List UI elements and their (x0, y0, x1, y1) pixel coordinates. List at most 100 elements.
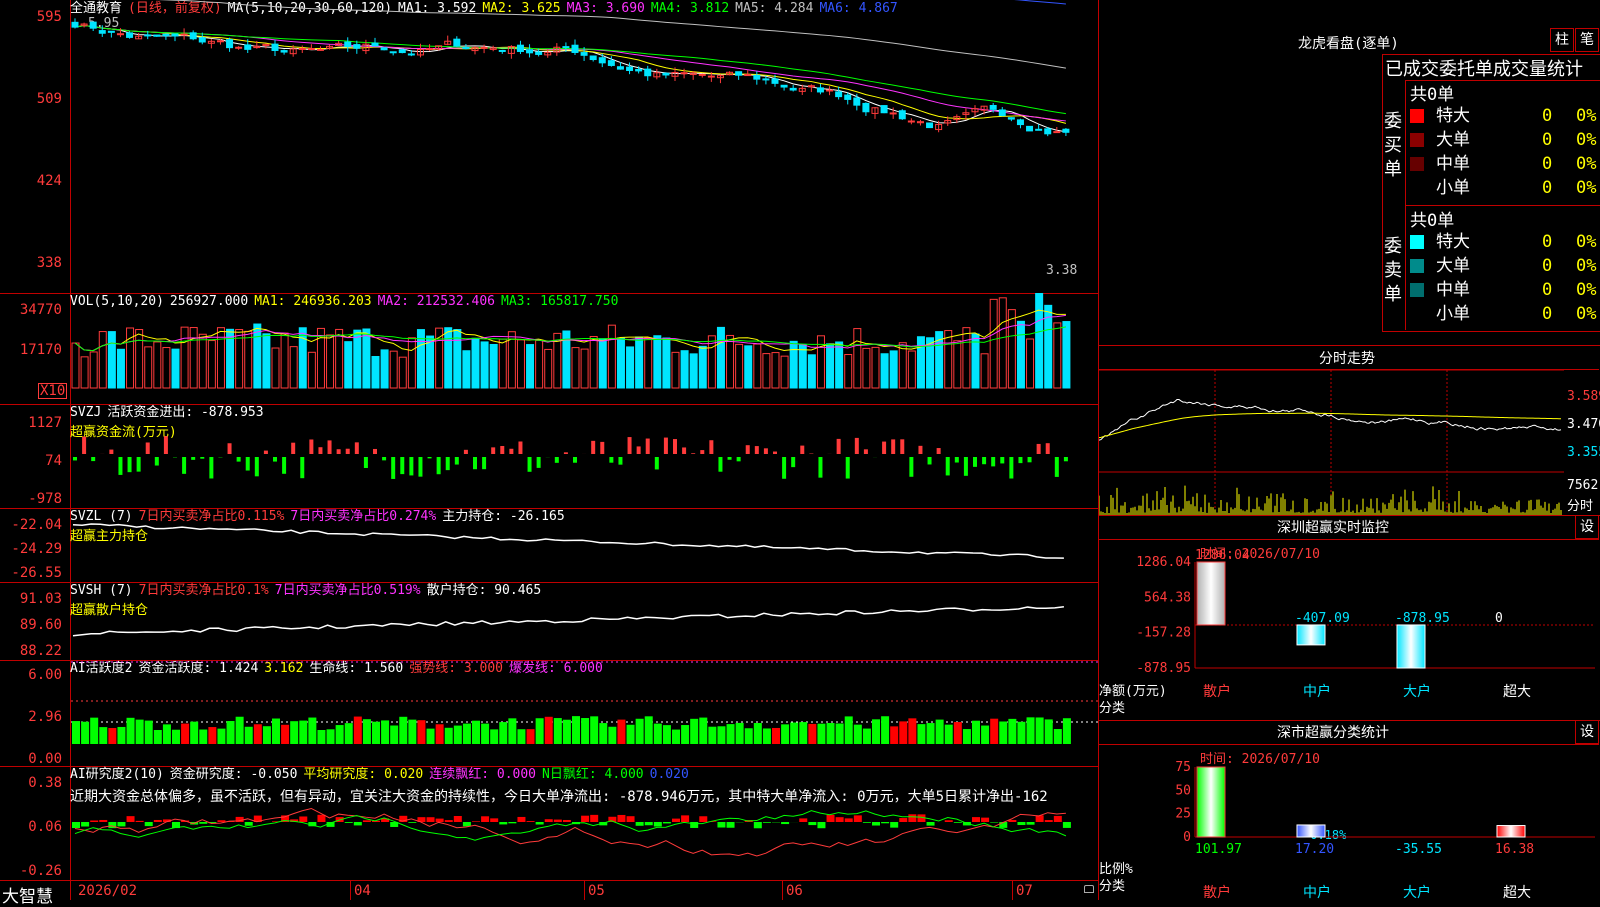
volume-bar (808, 355, 815, 388)
activity-bar (408, 720, 416, 744)
flow-bar (137, 457, 141, 472)
category-bar[interactable] (1497, 826, 1525, 837)
research-bar (927, 822, 935, 826)
research-bar (81, 822, 89, 827)
sell-order-row: 小单00% (1410, 302, 1600, 326)
volume-bar (827, 344, 834, 388)
monitor-settings-button[interactable]: 设 (1575, 515, 1599, 539)
activity-bar (836, 723, 844, 744)
volume-bar (117, 349, 124, 388)
research-bar (1054, 816, 1062, 822)
candle-body (217, 41, 223, 42)
price-tick: 424 (37, 174, 62, 188)
ai-research-chart[interactable] (71, 766, 1098, 880)
activity-bar (590, 716, 598, 744)
candle-body (1008, 118, 1014, 119)
stats-bar-chart[interactable]: 7550250101.97散户17.20中户-35.55大户16.38超大 (1099, 745, 1599, 900)
candle-body (108, 31, 114, 32)
flow-bar (964, 457, 968, 476)
volume-bar (145, 347, 152, 388)
activity-bar (845, 716, 853, 744)
stats-settings-button[interactable]: 设 (1575, 720, 1599, 744)
volume-bar (254, 324, 261, 388)
bar-mode-button[interactable]: 柱 (1550, 28, 1574, 52)
ai-research-pane[interactable]: 0.38 0.06 -0.26 AI研究度2(10)资金研究度: -0.050平… (0, 766, 1098, 880)
candle-body (581, 53, 587, 56)
bar-value-label: 0 (1495, 611, 1503, 626)
price-tick: 338 (37, 256, 62, 270)
volume-bar (881, 354, 888, 388)
activity-bar (281, 725, 289, 744)
research-bar (827, 815, 835, 822)
category-bar[interactable] (1197, 767, 1225, 837)
legend-swatch (1410, 157, 1424, 171)
svsh-chart[interactable] (71, 582, 1098, 660)
volume-bar (545, 349, 552, 388)
research-bar (627, 816, 635, 822)
research-bar (727, 822, 735, 828)
research-bar (590, 815, 598, 822)
activity-bar (436, 724, 444, 744)
candle-body (536, 52, 542, 54)
research-bar (563, 820, 571, 822)
activity-bar (254, 724, 262, 744)
activity-bar (508, 718, 516, 744)
candle-body (645, 69, 651, 76)
ai-activity-chart[interactable] (71, 660, 1098, 766)
flow-bar (291, 443, 295, 454)
sell-order-row: 特大00% (1410, 230, 1600, 254)
volume-bar (327, 335, 334, 388)
research-bar (463, 822, 471, 826)
svzj-axis: 1127 74 -978 (0, 404, 71, 508)
tick-mode-button[interactable]: 笔 (1575, 28, 1599, 52)
svzj-chart[interactable] (71, 404, 1098, 508)
volume-pane[interactable]: 34770 17170 X10 VOL(5,10,20)256927.000MA… (0, 293, 1098, 405)
candle-body (608, 61, 614, 66)
svzl-pane[interactable]: -22.04 -24.29 -26.55 SVZL (7)7日内买卖净占比0.1… (0, 508, 1098, 583)
svzl-axis: -22.04 -24.29 -26.55 (0, 508, 71, 582)
svzl-tick: -26.55 (11, 566, 62, 580)
category-bar[interactable] (1397, 625, 1425, 668)
intraday-chart[interactable] (1099, 370, 1564, 515)
candlestick-chart[interactable] (71, 0, 1098, 293)
bar-y-tick: 1286.04 (1136, 555, 1191, 570)
volume-bar (872, 347, 879, 388)
flow-bar (1046, 443, 1050, 454)
research-bar (136, 821, 144, 822)
svsh-pane[interactable]: 91.03 89.60 88.22 SVSH (7)7日内买卖净占比0.1%7日… (0, 582, 1098, 661)
category-bar[interactable] (1297, 825, 1325, 837)
volume-chart[interactable] (71, 293, 1098, 404)
flow-bar (564, 452, 568, 454)
activity-bar (817, 724, 825, 744)
volume-bar (899, 343, 906, 388)
flow-bar (337, 449, 341, 454)
kline-pane[interactable]: 595 509 424 338 全通教育(日线，前复权)MA(5,10,20,3… (0, 0, 1098, 294)
activity-bar (990, 719, 998, 744)
volume-bar (199, 334, 206, 388)
flow-bar (682, 447, 686, 454)
volume-bar (581, 349, 588, 388)
activity-bar (363, 719, 371, 744)
svzl-chart[interactable] (71, 508, 1098, 582)
svzj-pane[interactable]: 1127 74 -978 SVZJ活跃资金进出: -878.953 超赢资金流(… (0, 404, 1098, 509)
flow-bar (455, 457, 459, 465)
ai-activity-pane[interactable]: 6.00 2.96 0.00 AI活跃度2资金活跃度: 1.4243.162生命… (0, 660, 1098, 767)
flow-bar (782, 457, 786, 479)
intraday-panel[interactable]: 分时走势 3.589 3.470 3.355 7562 分时 (1099, 345, 1600, 516)
activity-bar (881, 716, 889, 744)
volume-bar (536, 341, 543, 388)
bar-y-tick: 50 (1175, 783, 1191, 798)
category-bar[interactable] (1297, 625, 1325, 645)
activity-bar (917, 724, 925, 744)
activity-bar (790, 723, 798, 744)
lock-icon[interactable] (1084, 885, 1094, 893)
category-bar[interactable] (1197, 562, 1225, 625)
bar-y-tick: 75 (1175, 760, 1191, 775)
flow-bar (555, 457, 559, 463)
ai2-tick: 0.06 (28, 820, 62, 834)
monitor-bar-chart[interactable]: 1286.04564.38-157.28-878.951286.04散户-407… (1099, 540, 1599, 720)
research-bar (836, 817, 844, 822)
svzj-tick: -978 (28, 492, 62, 506)
research-bar (799, 818, 807, 822)
volume-bar (954, 341, 961, 388)
